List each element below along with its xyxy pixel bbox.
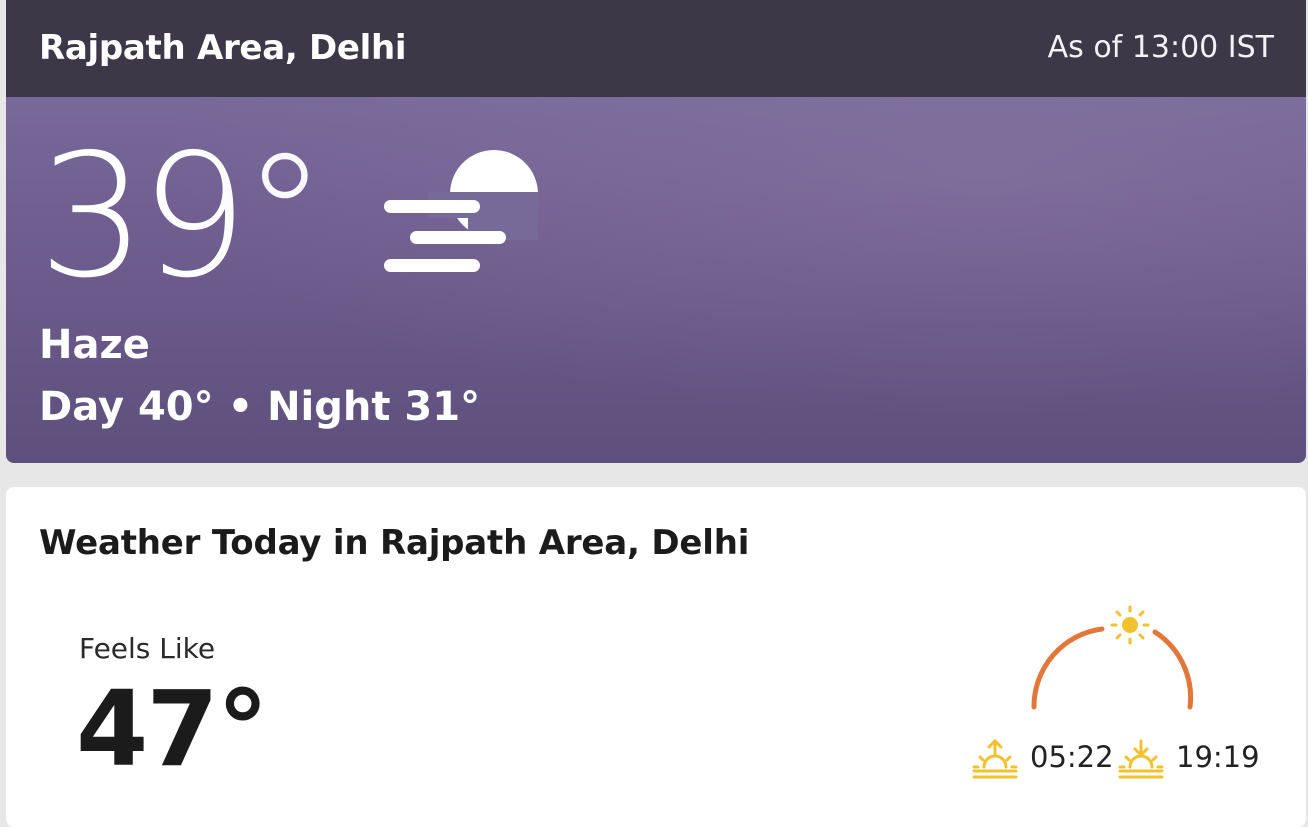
weather-condition: Haze (39, 322, 150, 368)
day-night-temps: Day 40° • Night 31° (39, 381, 480, 433)
sunset-time: 19:19 (1176, 740, 1260, 774)
sunset-icon (1118, 739, 1164, 779)
today-title: Weather Today in Rajpath Area, Delhi (39, 523, 750, 563)
night-temp: Night 31° (267, 384, 481, 430)
feels-like-value: 47° (76, 668, 269, 790)
current-conditions-header: Rajpath Area, Delhi As of 13:00 IST (6, 0, 1306, 97)
observation-time: As of 13:00 IST (1047, 30, 1274, 65)
sunrise-icon (972, 738, 1018, 779)
separator-dot: • (213, 384, 268, 430)
haze-icon (384, 150, 538, 272)
current-conditions-card: Rajpath Area, Delhi As of 13:00 IST 39° … (6, 0, 1306, 463)
feels-like-label: Feels Like (79, 632, 216, 665)
sun-icon (1110, 605, 1150, 645)
sunrise-time: 05:22 (1030, 740, 1114, 774)
sun-arc (1031, 605, 1194, 710)
weather-today-card: Weather Today in Rajpath Area, Delhi Fee… (6, 487, 1306, 827)
location-name: Rajpath Area, Delhi (39, 28, 407, 68)
current-temperature: 39° (38, 118, 327, 316)
day-temp: Day 40° (39, 384, 214, 430)
